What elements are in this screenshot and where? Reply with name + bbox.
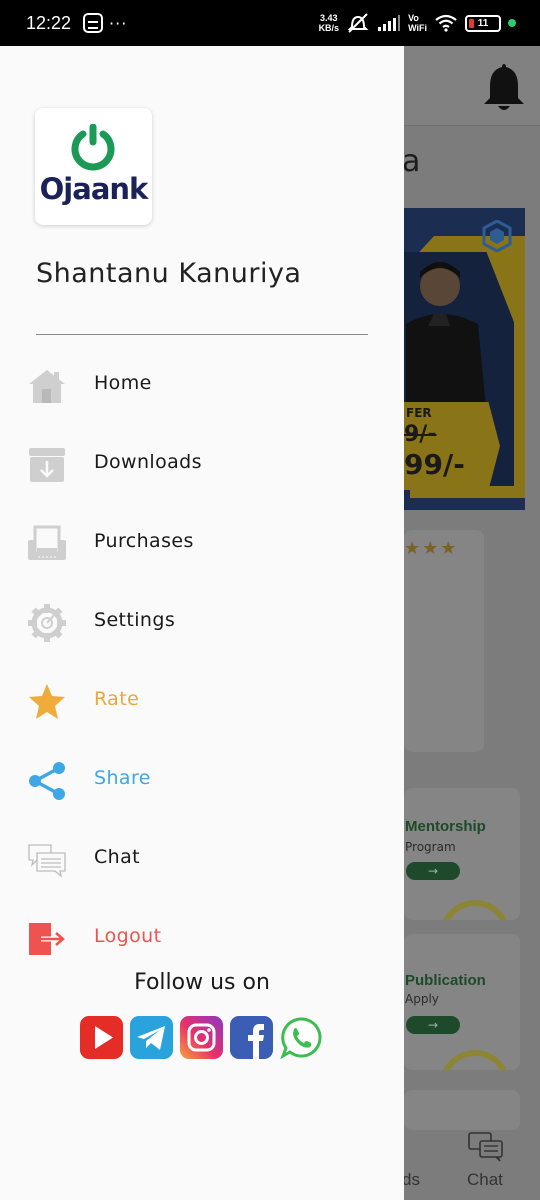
network-speed: 3.43 KB/s bbox=[318, 13, 340, 33]
menu-label-share: Share bbox=[94, 767, 151, 789]
power-logo-icon bbox=[71, 124, 115, 171]
menu-item-rate[interactable]: Rate bbox=[0, 672, 404, 728]
menu-item-settings[interactable]: Settings bbox=[0, 593, 404, 649]
logo-text: Ojaank bbox=[39, 172, 149, 206]
publication-card[interactable]: Publication Apply → bbox=[404, 934, 520, 1070]
menu-label-settings: Settings bbox=[94, 609, 176, 631]
facebook-icon[interactable] bbox=[230, 1016, 273, 1059]
alarm-off-icon bbox=[347, 13, 369, 33]
menu-item-chat[interactable]: Chat bbox=[0, 830, 404, 886]
logout-icon bbox=[29, 923, 65, 955]
menu-item-home[interactable]: Home bbox=[0, 356, 404, 412]
vowifi-indicator: Vo WiFi bbox=[408, 13, 427, 33]
offer-tag: FER 9/- 99/- bbox=[404, 402, 500, 490]
purchases-icon bbox=[28, 525, 66, 560]
status-indicators: 3.43 KB/s Vo WiFi 11 bbox=[319, 12, 516, 34]
app-logo: Ojaank bbox=[35, 108, 152, 225]
background-header bbox=[404, 46, 540, 126]
navigation-drawer: Ojaank Shantanu Kanuriya Home Downloads … bbox=[0, 46, 404, 1200]
status-bar: 12:22 ··· 3.43 KB/s Vo WiFi 11 bbox=[0, 0, 540, 46]
instagram-icon[interactable] bbox=[180, 1016, 223, 1059]
background-heading: a bbox=[404, 144, 421, 179]
menu-item-share[interactable]: Share bbox=[0, 751, 404, 807]
whatsapp-icon[interactable] bbox=[280, 1016, 323, 1059]
star-icon bbox=[29, 684, 65, 719]
bottom-nav-chat-icon[interactable] bbox=[468, 1132, 504, 1162]
menu-label-home: Home bbox=[94, 372, 152, 394]
telegram-icon[interactable] bbox=[130, 1016, 173, 1059]
signal-icon bbox=[378, 15, 401, 31]
notification-bell-icon bbox=[484, 64, 524, 110]
bottom-nav-chat-label[interactable]: Chat bbox=[467, 1170, 503, 1190]
battery-level: 11 bbox=[477, 17, 489, 29]
youtube-icon[interactable] bbox=[80, 1016, 123, 1059]
home-icon bbox=[29, 370, 65, 403]
follow-us-heading: Follow us on bbox=[134, 970, 270, 995]
drawer-divider bbox=[36, 334, 368, 335]
mentorship-card[interactable]: Mentorship Program → bbox=[404, 788, 520, 920]
status-time: 12:22 bbox=[26, 12, 72, 33]
capcut-notification-icon bbox=[83, 13, 104, 33]
settings-icon bbox=[28, 604, 66, 642]
publication-arrow-button[interactable]: → bbox=[406, 1016, 460, 1034]
downloads-icon bbox=[29, 448, 65, 482]
menu-label-logout: Logout bbox=[94, 925, 162, 947]
user-name: Shantanu Kanuriya bbox=[36, 258, 302, 289]
chat-icon bbox=[28, 844, 66, 878]
menu-label-rate: Rate bbox=[94, 688, 140, 710]
share-icon bbox=[29, 762, 65, 800]
mentorship-arrow-button[interactable]: → bbox=[406, 862, 460, 880]
wifi-icon bbox=[435, 14, 457, 32]
menu-label-chat: Chat bbox=[94, 846, 141, 868]
menu-item-downloads[interactable]: Downloads bbox=[0, 435, 404, 491]
background-rating-card: ★★★ bbox=[404, 530, 484, 752]
menu-item-purchases[interactable]: Purchases bbox=[0, 514, 404, 570]
menu-item-logout[interactable]: Logout bbox=[0, 909, 404, 965]
background-banner: FER 9/- 99/- bbox=[404, 208, 525, 510]
rating-stars: ★★★ bbox=[404, 538, 459, 559]
more-notifications-icon: ··· bbox=[109, 13, 128, 33]
bottom-nav-downloads-label[interactable]: ds bbox=[404, 1170, 420, 1190]
menu-label-purchases: Purchases bbox=[94, 530, 194, 552]
privacy-dot bbox=[508, 19, 516, 27]
presenter-photo bbox=[406, 262, 486, 408]
background-app-scrim[interactable]: a FER 9/- 99/- ★★★ Mentorship Program → … bbox=[404, 46, 540, 1200]
hexagon-badge-icon bbox=[482, 220, 512, 252]
battery-indicator: 11 bbox=[465, 14, 501, 32]
menu-label-downloads: Downloads bbox=[94, 451, 202, 473]
social-links bbox=[80, 1016, 323, 1059]
